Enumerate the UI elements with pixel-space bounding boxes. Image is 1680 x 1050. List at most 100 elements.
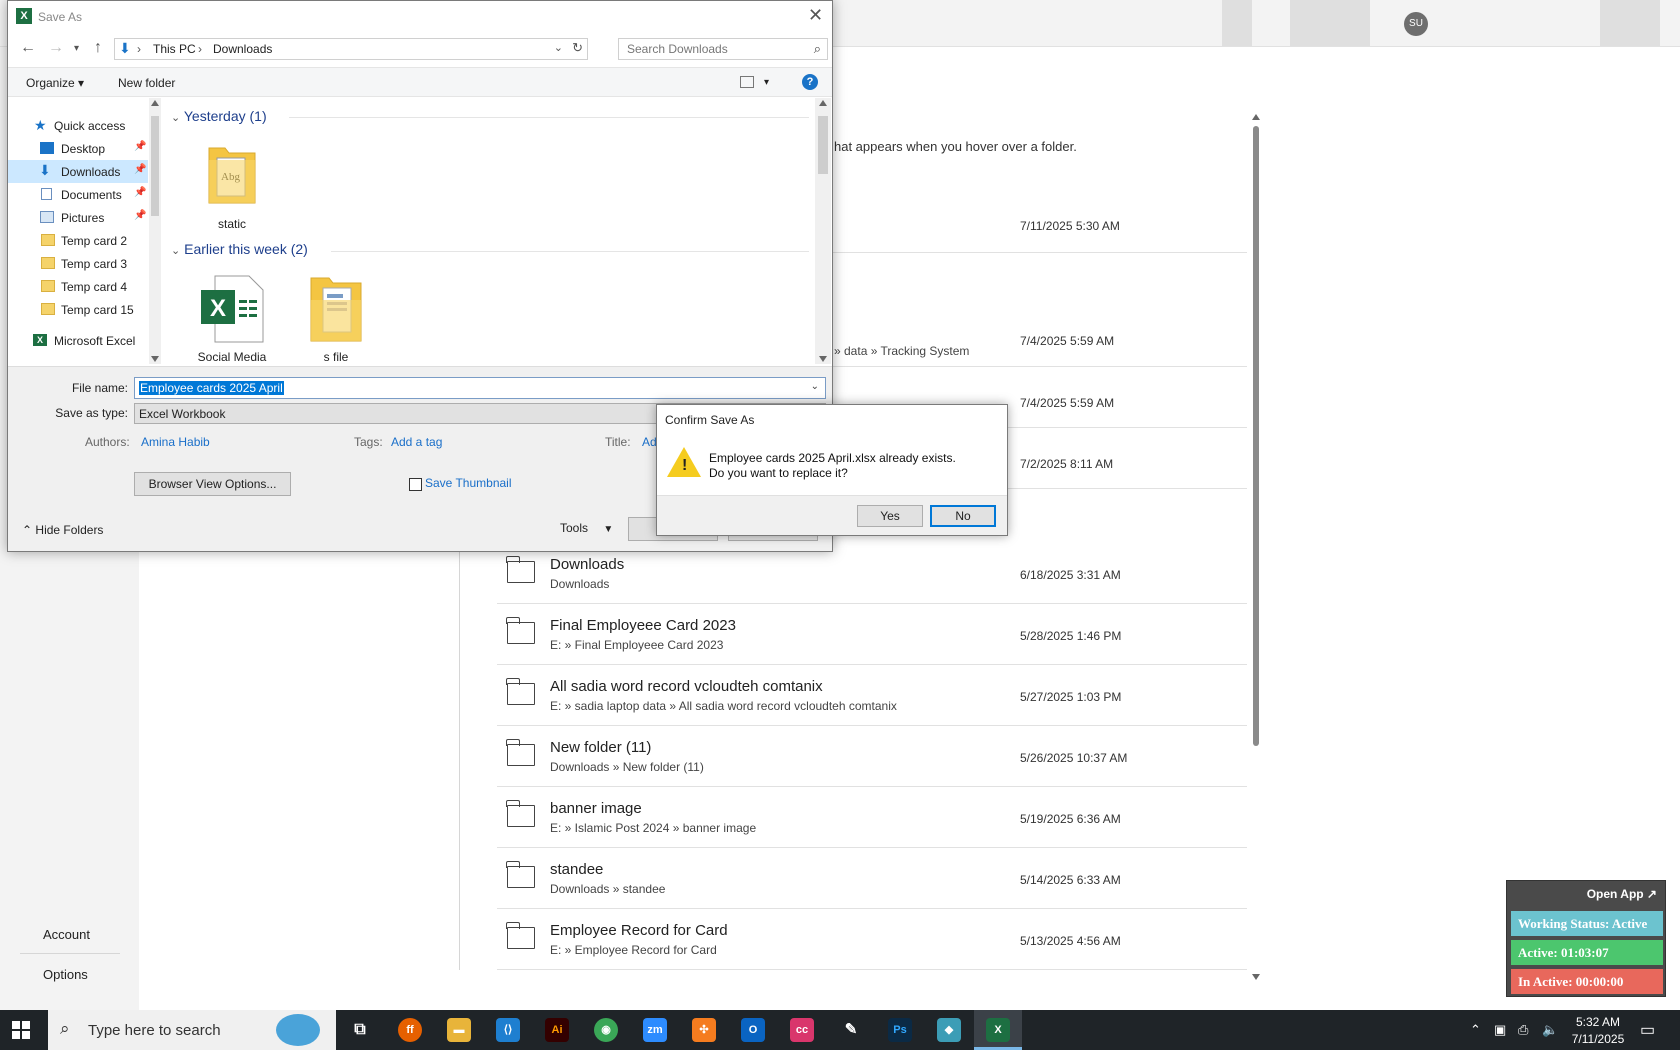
change-view-icon[interactable] bbox=[740, 76, 754, 88]
nav-item-temp-card-2[interactable]: Temp card 2 bbox=[8, 229, 148, 252]
desktop-icon bbox=[40, 142, 54, 154]
address-bar[interactable]: ⬇ › This PC › Downloads ⌄ ↻ bbox=[114, 38, 588, 60]
scrollbar-thumb[interactable] bbox=[1253, 126, 1259, 746]
scrollbar-thumb[interactable] bbox=[818, 116, 828, 174]
recent-folder-row[interactable]: Downloads Downloads 6/18/2025 3:31 AM bbox=[497, 543, 1247, 604]
nav-item-temp-card-15[interactable]: Temp card 15 bbox=[8, 298, 148, 321]
tracker-tray-icon[interactable]: ▣ bbox=[1494, 1022, 1506, 1038]
group-header-yesterday[interactable]: ⌄ Yesterday (1) bbox=[171, 108, 267, 124]
file-tile-social-media[interactable]: X bbox=[199, 274, 265, 344]
nav-item-pictures[interactable]: Pictures 📌 bbox=[8, 206, 148, 229]
forward-arrow-icon[interactable]: → bbox=[48, 39, 64, 57]
folder-icon bbox=[506, 922, 535, 949]
breadcrumb-this-pc[interactable]: This PC bbox=[153, 42, 196, 56]
chevron-down-icon[interactable]: ⌄ bbox=[554, 41, 563, 54]
up-arrow-icon[interactable]: ↑ bbox=[94, 39, 102, 57]
save-thumbnail-label[interactable]: Save Thumbnail bbox=[425, 476, 512, 490]
outlook-icon[interactable]: O bbox=[741, 1018, 765, 1042]
open-app-link[interactable]: Open App ↗ bbox=[1587, 887, 1657, 901]
folder-icon bbox=[41, 303, 55, 315]
recent-folder-row[interactable]: banner image E: » Islamic Post 2024 » ba… bbox=[497, 787, 1247, 848]
recent-folder-row[interactable]: All sadia word record vcloudteh comtanix… bbox=[497, 665, 1247, 726]
creative-cloud-icon[interactable]: cc bbox=[790, 1018, 814, 1042]
taskbar-search-box[interactable]: ⌕ Type here to search bbox=[48, 1010, 336, 1050]
excel-icon[interactable]: X bbox=[986, 1018, 1010, 1042]
new-folder-button[interactable]: New folder bbox=[118, 76, 175, 90]
recent-folder-row[interactable]: New folder (11) Downloads » New folder (… bbox=[497, 726, 1247, 787]
nav-item-downloads[interactable]: ⬇ Downloads 📌 bbox=[8, 160, 148, 183]
clock-time[interactable]: 5:32 AM bbox=[1573, 1015, 1623, 1029]
avatar[interactable]: SU bbox=[1404, 12, 1428, 36]
tags-field[interactable]: Add a tag bbox=[391, 435, 442, 449]
recent-scrollbar[interactable] bbox=[1250, 112, 1262, 982]
recent-folder-row[interactable]: Final Employeee Card 2023 E: » Final Emp… bbox=[497, 604, 1247, 665]
chevron-up-icon[interactable]: ⌃ bbox=[1470, 1022, 1481, 1038]
file-tile-s-file[interactable] bbox=[309, 274, 365, 344]
nav-item-temp-card-4[interactable]: Temp card 4 bbox=[8, 275, 148, 298]
file-explorer-icon[interactable]: ▬ bbox=[447, 1018, 471, 1042]
address-row: ← → ▾ ↑ ⬇ › This PC › Downloads ⌄ ↻ Sear… bbox=[8, 34, 832, 64]
options-link[interactable]: Options bbox=[43, 967, 88, 982]
breadcrumb-downloads[interactable]: Downloads bbox=[213, 42, 272, 56]
scroll-down-icon[interactable] bbox=[1252, 974, 1260, 980]
zoom-icon[interactable]: zm bbox=[643, 1018, 667, 1042]
vscode-icon[interactable]: ⟨⟩ bbox=[496, 1018, 520, 1042]
hide-folders-button[interactable]: ⌃ Hide Folders bbox=[22, 523, 103, 537]
close-icon[interactable]: ✕ bbox=[808, 5, 823, 26]
file-name-label: File name: bbox=[71, 381, 128, 395]
task-view-icon[interactable]: ⧉ bbox=[348, 1018, 372, 1042]
notification-icon[interactable]: ▭ bbox=[1640, 1020, 1655, 1040]
browser-view-options-button[interactable]: Browser View Options... bbox=[134, 472, 291, 496]
refresh-icon[interactable]: ↻ bbox=[572, 40, 583, 56]
group-header-earlier-this-week[interactable]: ⌄ Earlier this week (2) bbox=[171, 241, 308, 257]
authors-field[interactable]: Amina Habib bbox=[141, 435, 210, 449]
volume-icon[interactable]: 🔈 bbox=[1542, 1022, 1558, 1038]
scroll-up-icon[interactable] bbox=[1252, 114, 1260, 120]
no-button[interactable]: No bbox=[930, 505, 996, 527]
nav-scrollbar[interactable] bbox=[149, 98, 161, 364]
photoshop-icon[interactable]: Ps bbox=[888, 1018, 912, 1042]
search-input[interactable]: Search Downloads ⌕ bbox=[618, 38, 828, 60]
nav-item-temp-card-3[interactable]: Temp card 3 bbox=[8, 252, 148, 275]
scroll-up-icon[interactable] bbox=[151, 100, 159, 106]
scroll-down-icon[interactable] bbox=[819, 356, 827, 362]
chrome-icon[interactable]: ◉ bbox=[594, 1018, 618, 1042]
recent-folder-row[interactable]: standee Downloads » standee 5/14/2025 6:… bbox=[497, 848, 1247, 909]
nav-item-documents[interactable]: Documents 📌 bbox=[8, 183, 148, 206]
firefox-icon[interactable]: ff bbox=[398, 1018, 422, 1042]
network-icon[interactable]: ⎙ bbox=[1518, 1022, 1528, 1038]
xampp-icon[interactable]: ✣ bbox=[692, 1018, 716, 1042]
group-header-label: Yesterday (1) bbox=[183, 108, 267, 124]
folder-path: E: » sadia laptop data » All sadia word … bbox=[550, 699, 897, 713]
windows-start-icon[interactable] bbox=[12, 1021, 30, 1039]
chevron-down-icon[interactable]: ⌄ bbox=[811, 381, 819, 392]
recent-folder-row[interactable]: Employee Record for Card E: » Employee R… bbox=[497, 909, 1247, 970]
account-link[interactable]: Account bbox=[43, 927, 90, 942]
help-icon[interactable]: ? bbox=[802, 74, 818, 90]
search-icon: ⌕ bbox=[60, 1019, 70, 1038]
nav-item-desktop[interactable]: Desktop 📌 bbox=[8, 137, 148, 160]
file-pane-scrollbar[interactable] bbox=[815, 98, 831, 364]
chevron-down-icon[interactable]: ▾ bbox=[764, 77, 769, 88]
scrollbar-thumb[interactable] bbox=[151, 116, 159, 216]
app-diamond-icon[interactable]: ◆ bbox=[937, 1018, 961, 1042]
recent-date: 7/4/2025 5:59 AM bbox=[1020, 334, 1115, 348]
yes-button[interactable]: Yes bbox=[857, 505, 923, 527]
organize-button[interactable]: Organize ▾ bbox=[26, 76, 84, 90]
scroll-down-icon[interactable] bbox=[151, 356, 159, 362]
tools-menu[interactable]: Tools ▼ bbox=[560, 521, 613, 535]
title-field[interactable]: Ad bbox=[642, 435, 657, 449]
excel-icon: X bbox=[33, 334, 47, 346]
nav-item-microsoft-excel[interactable]: X Microsoft Excel bbox=[8, 329, 148, 352]
file-tile-static[interactable]: Abg bbox=[207, 140, 257, 210]
illustrator-icon[interactable]: Ai bbox=[545, 1018, 569, 1042]
recent-locations-icon[interactable]: ▾ bbox=[74, 43, 79, 54]
file-name-input[interactable]: Employee cards 2025 April ⌄ bbox=[134, 377, 826, 399]
clock-date[interactable]: 7/11/2025 bbox=[1568, 1032, 1628, 1046]
back-arrow-icon[interactable]: ← bbox=[20, 39, 36, 57]
pen-tool-icon[interactable]: ✎ bbox=[839, 1018, 863, 1042]
chevron-up-icon: ⌃ bbox=[22, 523, 33, 537]
nav-item-quick-access[interactable]: ★ Quick access bbox=[8, 114, 148, 137]
scroll-up-icon[interactable] bbox=[819, 100, 827, 106]
save-thumbnail-checkbox[interactable] bbox=[409, 478, 422, 491]
